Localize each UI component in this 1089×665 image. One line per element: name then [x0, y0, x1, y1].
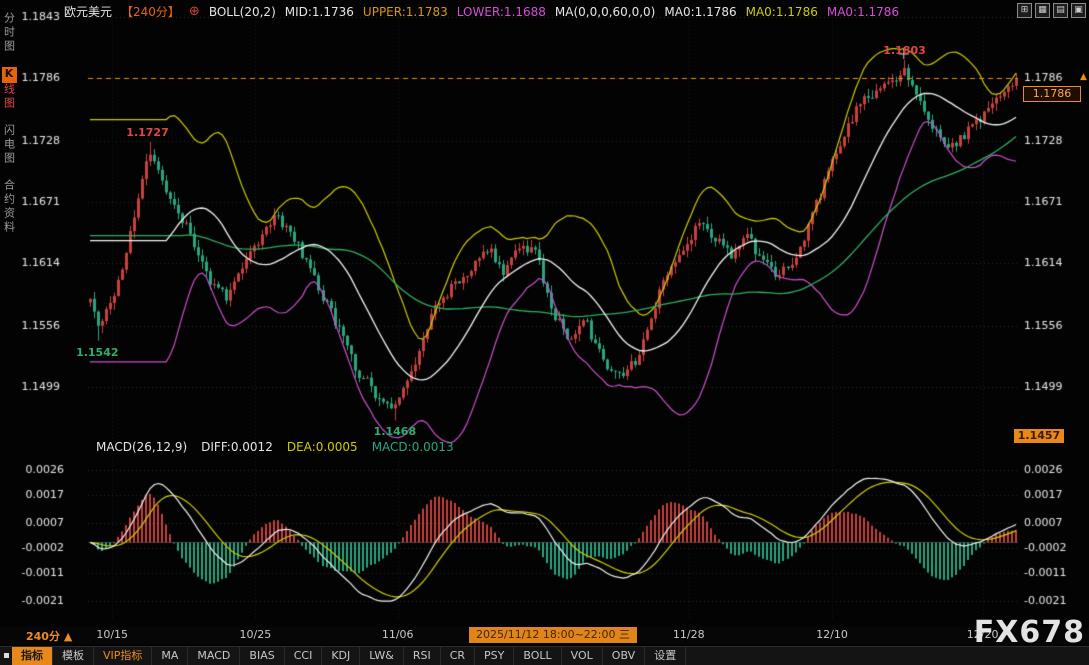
price-up-arrow-icon: ▲: [1080, 72, 1087, 82]
indicator-readout: LOWER:1.1688: [457, 5, 546, 19]
layout-rows-icon[interactable]: ▤: [1053, 3, 1068, 18]
tab-lwr[interactable]: LW&: [360, 647, 404, 665]
indicator-readout: MA0:1.1786: [746, 5, 818, 19]
price-annotation: 1.1468: [374, 425, 416, 438]
price-annotation: 1.1727: [126, 126, 168, 139]
x-axis-tick: 10/25: [240, 628, 272, 641]
sidebar-item-contract-info[interactable]: 合约资料: [1, 179, 17, 235]
price-annotation: 1.1542: [76, 346, 118, 359]
x-axis-tick: 11/28: [673, 628, 705, 641]
kline-badge-icon: K: [2, 67, 17, 83]
indicator-readout: MA0:1.1786: [827, 5, 899, 19]
macd-readout: MACD(26,12,9): [96, 440, 187, 454]
chart-header: 欧元美元 【240分】 ⊕ BOLL(20,2) MID:1.1736 UPPER:…: [64, 3, 899, 20]
tab-vip-indicators[interactable]: VIP指标: [94, 647, 152, 665]
tab-macd[interactable]: MACD: [188, 647, 240, 665]
hovered-candle-time: 2025/11/12 18:00~22:00 三: [469, 627, 637, 643]
tab-bias[interactable]: BIAS: [240, 647, 284, 665]
indicator-readout: MID:1.1736: [285, 5, 354, 19]
tab-vol[interactable]: VOL: [562, 647, 603, 665]
macd-readout: MACD:0.0013: [372, 440, 454, 454]
current-price-tag: 1.1786: [1023, 86, 1081, 102]
macd-header: MACD(26,12,9) DIFF:0.0012 DEA:0.0005 MACD:0…: [96, 440, 454, 454]
tab-ma[interactable]: MA: [152, 647, 188, 665]
layout-grid4-icon[interactable]: ⊞: [1017, 3, 1032, 18]
date-axis: 240分 ▲ 2025/11/12 18:00~22:00 三 10/15 10/…: [0, 627, 1089, 644]
indicator-readout: BOLL(20,2): [209, 5, 276, 19]
symbol-name: 欧元美元: [64, 3, 112, 20]
timeframe-label: 【240分】: [121, 3, 180, 20]
header-indicators: BOLL(20,2) MID:1.1736 UPPER:1.1783 LOWER:1.…: [209, 5, 899, 19]
chart-type-sidebar: 分时图 K线图闪电图合约资料: [0, 12, 17, 235]
sidebar-item-lightning-chart[interactable]: 闪电图: [1, 124, 17, 166]
indicator-readout: UPPER:1.1783: [363, 5, 448, 19]
layout-grid9-icon[interactable]: ▦: [1035, 3, 1050, 18]
x-axis-tick: 11/06: [382, 628, 414, 641]
active-tab-bullet-icon: [4, 653, 9, 658]
tab-obv[interactable]: OBV: [603, 647, 645, 665]
period-arrow-icon: ▲: [64, 630, 72, 643]
tab-cci[interactable]: CCI: [285, 647, 323, 665]
period-indicator[interactable]: 240分 ▲: [26, 628, 72, 644]
add-indicator-icon[interactable]: ⊕: [189, 6, 200, 18]
indicator-readout: MA0:1.1786: [664, 5, 736, 19]
tab-templates[interactable]: 模板: [53, 647, 94, 665]
chart-application: 欧元美元 【240分】 ⊕ BOLL(20,2) MID:1.1736 UPPER:…: [0, 0, 1089, 664]
tab-boll[interactable]: BOLL: [514, 647, 561, 665]
x-axis-tick: 12/10: [816, 628, 848, 641]
tab-indicators[interactable]: 指标: [12, 647, 53, 665]
indicator-readout: MA(0,0,0,60,0,0): [555, 5, 655, 19]
macd-readout: DEA:0.0005: [287, 440, 358, 454]
sidebar-item-kline-chart[interactable]: K线图: [1, 67, 17, 111]
price-annotation: 1.1803: [883, 44, 925, 57]
session-low-tag: 1.1457: [1014, 429, 1064, 443]
tab-psy[interactable]: PSY: [475, 647, 514, 665]
tab-cr[interactable]: CR: [441, 647, 475, 665]
indicator-toolbar: 指标模板VIP指标MAMACDBIASCCIKDJLW&RSICRPSYBOLL…: [0, 646, 1089, 665]
tab-rsi[interactable]: RSI: [404, 647, 441, 665]
layout-single-icon[interactable]: ▣: [1071, 3, 1086, 18]
chart-canvas[interactable]: [0, 0, 1089, 664]
tab-settings[interactable]: 设置: [645, 647, 686, 665]
macd-readout: DIFF:0.0012: [201, 440, 273, 454]
brand-watermark: FX678: [974, 615, 1085, 650]
x-axis-tick: 10/15: [96, 628, 128, 641]
sidebar-item-time-chart[interactable]: 分时图: [1, 12, 17, 54]
window-icons: ⊞▦▤▣: [1017, 3, 1086, 18]
tab-kdj[interactable]: KDJ: [322, 647, 360, 665]
